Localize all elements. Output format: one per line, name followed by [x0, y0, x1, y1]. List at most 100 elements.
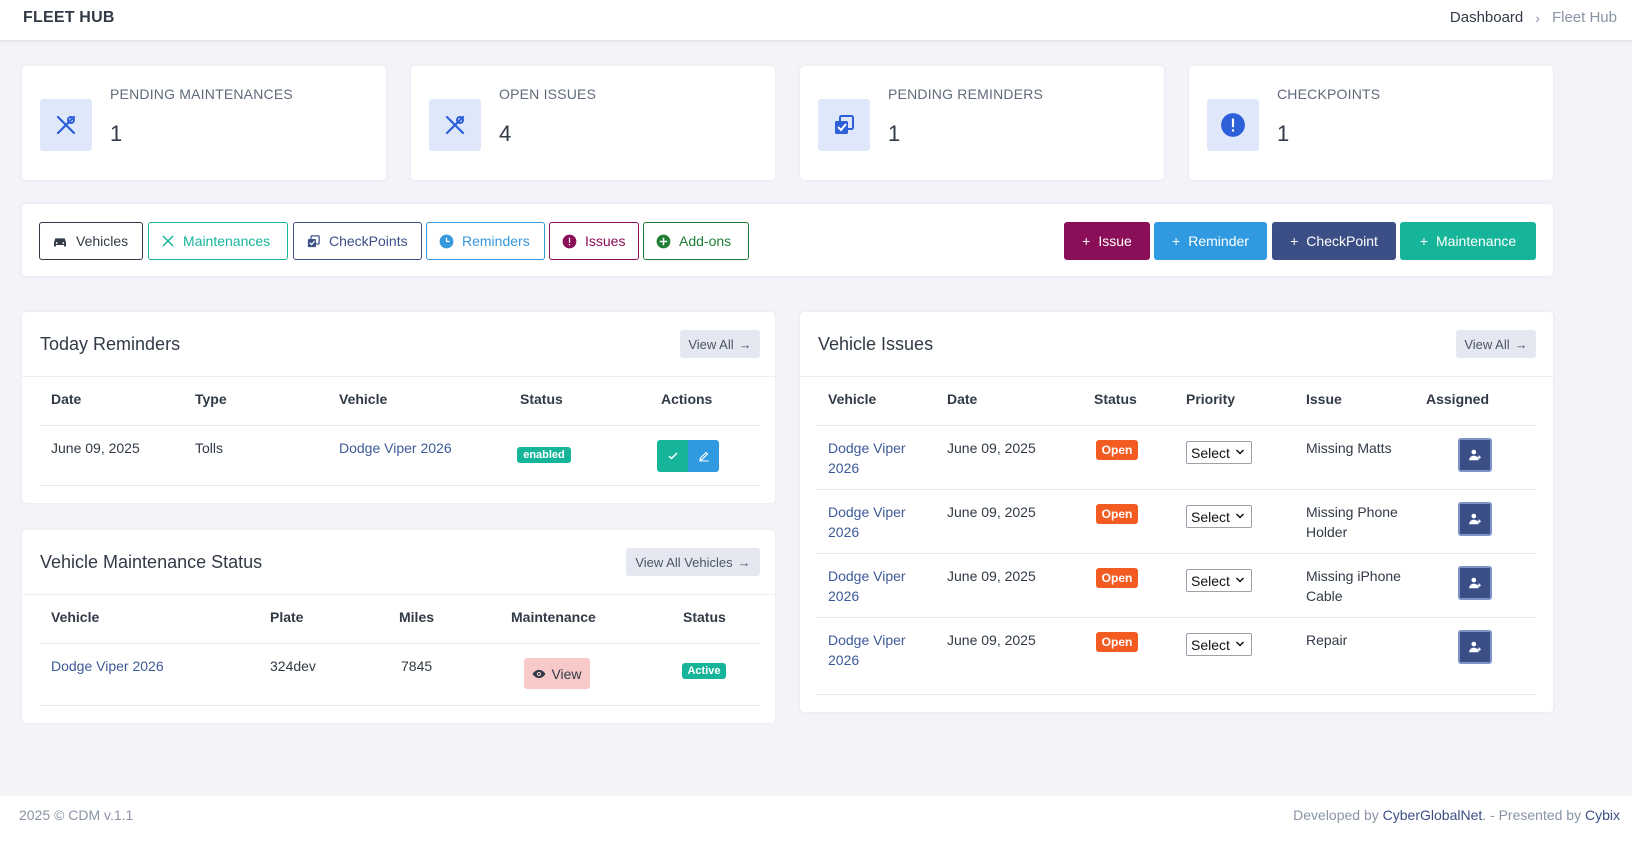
tab-checkpoints[interactable]: CheckPoints [293, 222, 422, 260]
alert-circle-icon [562, 234, 577, 248]
col-header-vehicle: Vehicle [339, 391, 388, 407]
divider [40, 705, 760, 706]
divider [40, 425, 760, 426]
status-badge: enabled [517, 447, 571, 463]
view-all-vehicles-button[interactable]: View All Vehicles → [626, 548, 760, 576]
assign-user-button[interactable] [1458, 438, 1492, 472]
copy-check-icon [307, 234, 320, 247]
col-header-issue: Issue [1306, 391, 1342, 407]
user-plus-icon [1469, 577, 1481, 589]
stat-label: CHECKPOINTS [1277, 86, 1381, 102]
status-badge: Open [1096, 440, 1138, 460]
user-plus-icon [1469, 513, 1481, 525]
button-label: Maintenance [1436, 233, 1517, 249]
stat-label: PENDING MAINTENANCES [110, 86, 293, 102]
user-plus-icon [1469, 449, 1481, 461]
col-header-vehicle: Vehicle [51, 609, 100, 625]
tab-label: Issues [585, 233, 626, 249]
issue-vehicle-link[interactable]: Dodge Viper 2026 [828, 438, 906, 478]
tab-label: Add-ons [679, 233, 732, 249]
panel-title: Vehicle Maintenance Status [40, 552, 263, 572]
tab-issues[interactable]: Issues [549, 222, 639, 260]
reminder-type: Tolls [195, 440, 224, 456]
reminder-date: June 09, 2025 [51, 440, 140, 456]
issue-vehicle-link[interactable]: Dodge Viper 2026 [828, 502, 906, 542]
col-header-maintenance: Maintenance [511, 609, 596, 625]
add-maintenance-button[interactable]: + Maintenance [1400, 222, 1536, 260]
stat-value: 1 [1277, 121, 1290, 146]
tab-label: Maintenances [183, 233, 271, 249]
priority-select[interactable]: Select [1186, 441, 1252, 464]
priority-select[interactable]: Select [1186, 505, 1252, 528]
select-value: Select [1191, 636, 1230, 653]
assign-user-button[interactable] [1458, 566, 1492, 600]
tab-reminders[interactable]: Reminders [426, 222, 545, 260]
vehicle-link[interactable]: Dodge Viper 2026 [51, 656, 164, 676]
add-checkpoint-button[interactable]: + CheckPoint [1272, 222, 1396, 260]
view-all-issues-button[interactable]: View All → [1456, 330, 1536, 358]
divider [816, 553, 1536, 554]
assign-user-button[interactable] [1458, 502, 1492, 536]
footer: 2025 © CDM v.1.1 Developed by CyberGloba… [0, 796, 1632, 866]
issue-text: Missing Phone Holder [1306, 502, 1398, 542]
issue-vehicle-link[interactable]: Dodge Viper 2026 [828, 566, 906, 606]
edit-button[interactable] [688, 440, 719, 472]
tab-add-ons[interactable]: Add-ons [643, 222, 749, 260]
stat-value: 4 [499, 121, 512, 146]
issue-line: Cable [1306, 588, 1343, 604]
issue-line: Missing Matts [1306, 440, 1392, 456]
tab-maintenances[interactable]: Maintenances [148, 222, 288, 260]
chevron-right-icon: › [1535, 9, 1540, 26]
issue-line: Missing iPhone [1306, 568, 1401, 584]
presenter-link[interactable]: Cybix [1585, 807, 1620, 823]
add-issue-button[interactable]: + Issue [1064, 222, 1150, 260]
vehicle-name: Dodge Viper [828, 504, 906, 520]
developer-link[interactable]: CyberGlobalNet [1383, 807, 1483, 823]
view-maintenance-button[interactable]: View [524, 658, 590, 689]
plus-icon: + [1082, 233, 1091, 249]
issue-vehicle-link[interactable]: Dodge Viper 2026 [828, 630, 906, 670]
add-reminder-button[interactable]: + Reminder [1154, 222, 1267, 260]
button-label: Issue [1098, 233, 1132, 249]
issue-text: Missing Matts [1306, 438, 1392, 458]
issue-text: Repair [1306, 630, 1347, 650]
divider [816, 425, 1536, 426]
reminder-actions [657, 440, 719, 472]
view-all-reminders-button[interactable]: View All → [680, 330, 760, 358]
divider [40, 485, 760, 486]
issue-line: Repair [1306, 632, 1348, 648]
divider [816, 617, 1536, 618]
divider [40, 643, 760, 644]
breadcrumb-current: Fleet Hub [1551, 9, 1617, 26]
col-header-status: Status [1094, 391, 1137, 407]
tab-label: Vehicles [76, 233, 129, 249]
button-label: CheckPoint [1306, 233, 1378, 249]
tab-vehicles[interactable]: Vehicles [39, 222, 143, 260]
arrow-right-icon: → [738, 336, 752, 352]
button-label: View [551, 665, 582, 682]
priority-select[interactable]: Select [1186, 569, 1252, 592]
status-badge: Active [682, 663, 726, 679]
toolbar: Vehicles Maintenances CheckPoints Remind… [22, 204, 1553, 276]
chevron-down-icon [1235, 449, 1245, 455]
vehicle-year: 2026 [828, 652, 860, 668]
plus-icon: + [1419, 233, 1428, 249]
reminder-vehicle-link[interactable]: Dodge Viper 2026 [339, 438, 452, 458]
button-label: View All [1464, 336, 1510, 352]
stat-label: OPEN ISSUES [499, 86, 597, 102]
status-badge: Open [1096, 568, 1138, 588]
breadcrumb-dashboard[interactable]: Dashboard [1450, 9, 1523, 26]
issue-date: June 09, 2025 [947, 632, 1036, 648]
assign-user-button[interactable] [1458, 630, 1492, 664]
footer-credits: Developed by CyberGlobalNet. - Presented… [1293, 807, 1620, 823]
vehicle-name: Dodge Viper [828, 568, 906, 584]
col-header-plate: Plate [270, 609, 304, 625]
vehicle-name: Dodge Viper [828, 440, 906, 456]
check-button[interactable] [657, 440, 688, 472]
col-header-date: Date [947, 391, 978, 407]
col-header-miles: Miles [399, 609, 435, 625]
issue-date: June 09, 2025 [947, 568, 1036, 584]
vehicle-miles: 7845 [401, 658, 433, 674]
pencil-icon [698, 451, 708, 462]
priority-select[interactable]: Select [1186, 633, 1252, 656]
